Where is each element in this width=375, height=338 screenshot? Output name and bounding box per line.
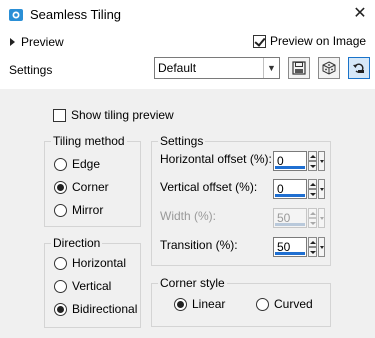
spin-dropdown-button[interactable] [318,151,325,171]
radio-label: Bidirectional [72,302,138,316]
spin-down-button [308,218,317,228]
radio-button[interactable] [54,180,67,194]
preview-label: Preview [21,35,64,49]
reset-button[interactable] [348,57,370,79]
save-preset-icon [292,61,306,75]
radio-label: Linear [192,297,226,311]
radio-label: Curved [274,297,313,311]
show-tiling-preview-label: Show tiling preview [71,108,174,122]
save-preset-button[interactable] [288,57,310,79]
tiling-method-corner[interactable]: Corner [54,180,109,194]
vertical-offset-input[interactable]: 0 [273,179,307,199]
close-icon[interactable]: ✕ [350,4,370,24]
preset-dropdown[interactable]: Default ▼ [154,57,280,79]
spin-up-button[interactable] [308,151,317,161]
settings-label: Settings [9,63,53,77]
spin-down-button[interactable] [308,161,317,171]
spin-dropdown-button[interactable] [318,179,325,199]
chevron-down-icon[interactable]: ▼ [263,58,279,78]
transition-input[interactable]: 50 [273,237,307,257]
radio-button[interactable] [174,297,187,311]
width-input: 50 [273,208,307,228]
transition-spinner[interactable]: 50 [273,237,325,257]
spin-up-button [308,208,317,218]
horizontal-offset-label: Horizontal offset (%): [160,152,272,166]
direction-horizontal[interactable]: Horizontal [54,256,126,270]
horizontal-offset-spinner[interactable]: 0 [273,151,325,171]
randomize-button[interactable] [318,57,340,79]
tiling-method-legend: Tiling method [51,134,127,148]
corner-style-legend: Corner style [158,276,227,290]
radio-button[interactable] [54,157,67,171]
spin-up-button[interactable] [308,237,317,247]
vertical-offset-label: Vertical offset (%): [160,180,258,194]
radio-label: Vertical [72,279,112,293]
window-title: Seamless Tiling [30,7,122,22]
width-spinner: 50 [273,208,325,228]
direction-legend: Direction [51,236,103,250]
radio-label: Corner [72,180,109,194]
tiling-method-mirror[interactable]: Mirror [54,203,103,217]
horizontal-offset-input[interactable]: 0 [273,151,307,171]
transition-label: Transition (%): [160,238,238,252]
spin-up-button[interactable] [308,179,317,189]
preview-toggle[interactable]: Preview [10,34,64,50]
corner-style-curved[interactable]: Curved [256,297,313,311]
width-label: Width (%): [160,209,217,223]
tiling-method-edge[interactable]: Edge [54,157,100,171]
direction-vertical[interactable]: Vertical [54,279,111,293]
preview-on-image-checkbox[interactable] [253,34,266,48]
spin-dropdown-button[interactable] [318,237,325,257]
radio-button[interactable] [54,279,67,293]
preview-on-image-option[interactable]: Preview on Image [253,34,366,48]
preset-value: Default [158,61,197,75]
reset-icon [353,63,364,73]
preview-on-image-label: Preview on Image [270,34,367,48]
caret-right-icon [10,38,15,46]
app-icon [8,7,24,23]
radio-button[interactable] [54,203,67,217]
settings-group-legend: Settings [158,134,206,148]
randomize-icon [322,61,336,75]
radio-label: Edge [72,157,101,171]
radio-button[interactable] [54,256,67,270]
corner-style-linear[interactable]: Linear [174,297,225,311]
spin-down-button[interactable] [308,189,317,199]
spin-dropdown-button [318,208,325,228]
radio-label: Horizontal [72,256,127,270]
radio-label: Mirror [72,203,104,217]
show-tiling-preview-checkbox[interactable] [53,108,66,122]
spin-down-button[interactable] [308,247,317,257]
direction-bidirectional[interactable]: Bidirectional [54,302,137,316]
vertical-offset-spinner[interactable]: 0 [273,179,325,199]
radio-button[interactable] [54,302,67,316]
show-tiling-preview-option[interactable]: Show tiling preview [53,108,174,122]
radio-button[interactable] [256,297,269,311]
